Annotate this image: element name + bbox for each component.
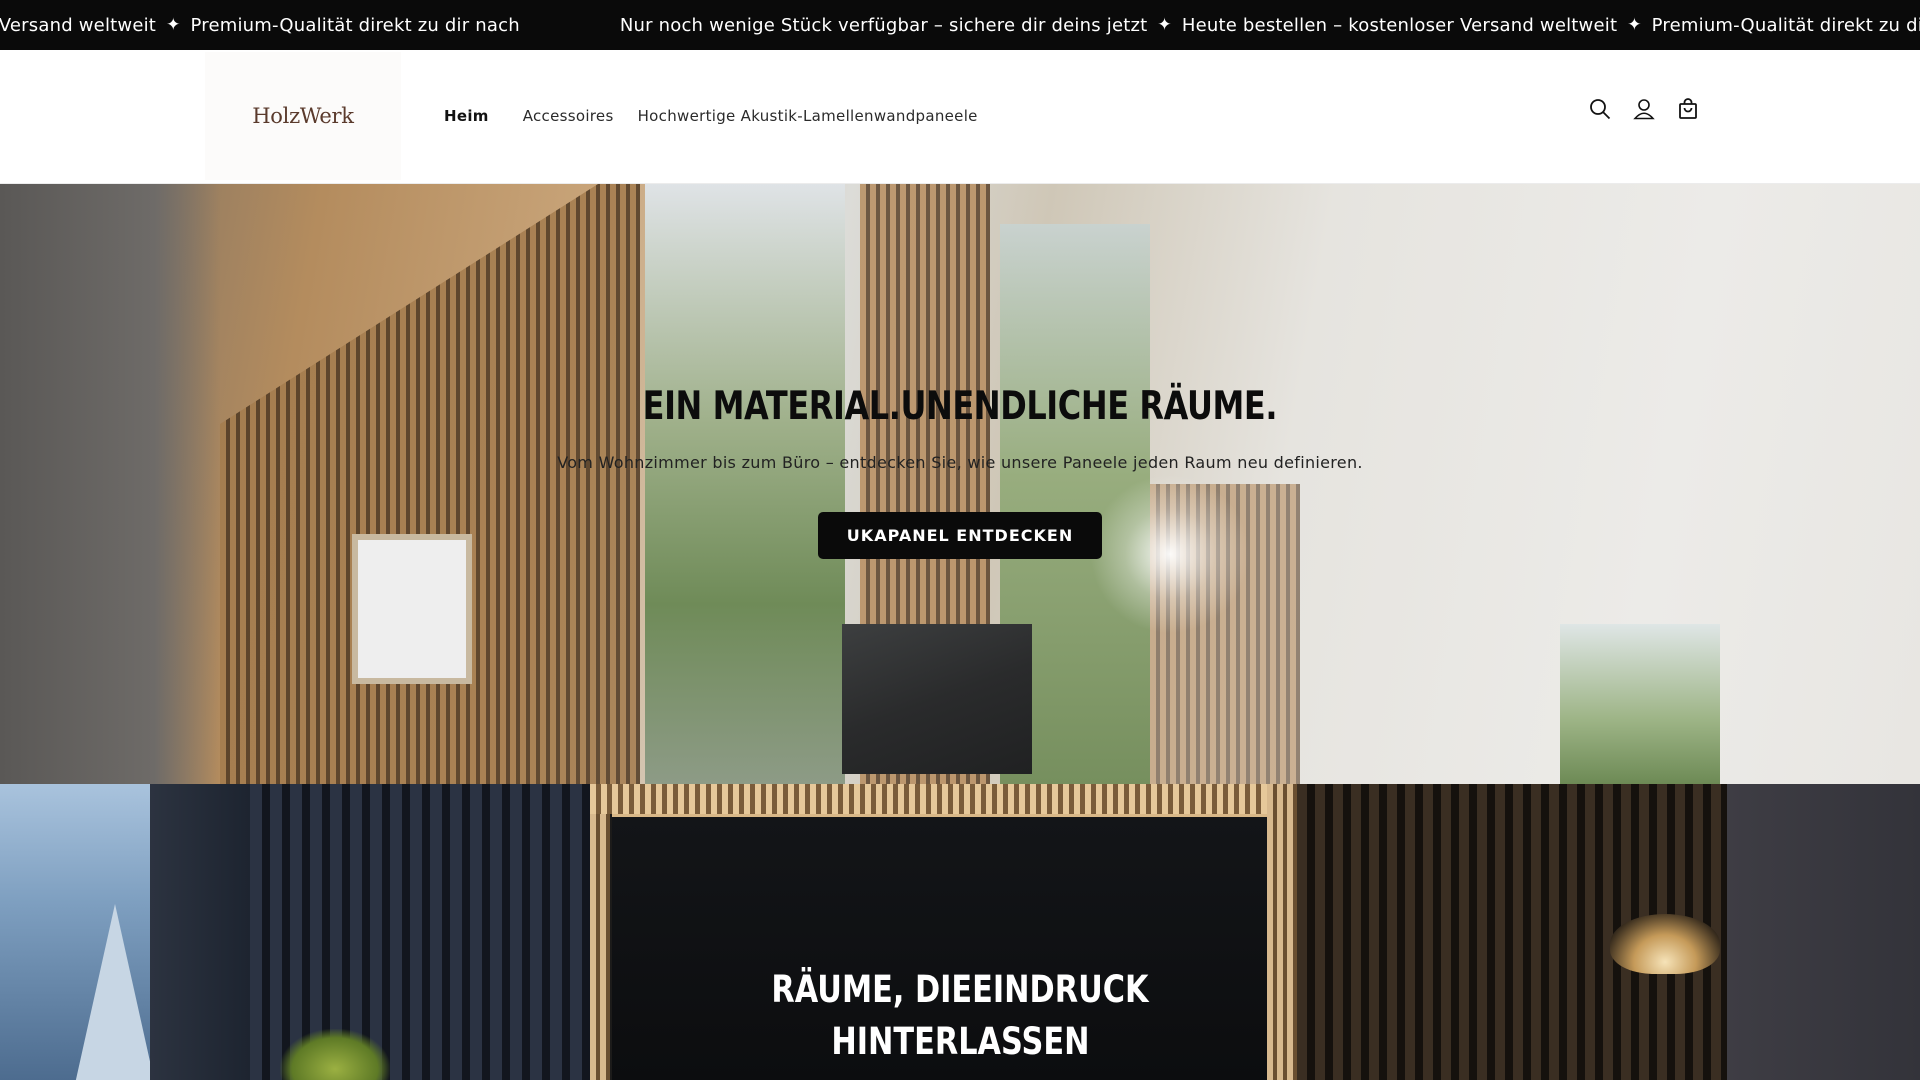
announcement-bar: er Versand weltweit ✦ Premium-Qualität d… [0, 0, 1920, 50]
announcement-text: Nur noch wenige Stück verfügbar – sicher… [619, 14, 1148, 36]
logo-text: HolzWerk [252, 104, 354, 128]
hero-image-tv [842, 624, 1032, 774]
site-header: HolzWerk Heim Accessoires Hochwertige Ak… [0, 50, 1920, 184]
announcement-fragment: er Versand weltweit [0, 14, 157, 36]
hero2-title-line: HINTERLASSEN [830, 1020, 1090, 1063]
hero-banner-2: RÄUME, DIEEINDRUCK HINTERLASSEN [0, 784, 1920, 1080]
cart-icon[interactable] [1676, 97, 1700, 121]
hero-title: EIN MATERIAL.UNENDLICHE RÄUME. [642, 384, 1278, 429]
nav-item-akustik-paneele[interactable]: Hochwertige Akustik-Lamellenwandpaneele [638, 107, 978, 125]
hero-banner: EIN MATERIAL.UNENDLICHE RÄUME. Vom Wohnz… [0, 184, 1920, 784]
announcement-text: Premium-Qualität direkt zu dir nach [1651, 14, 1920, 36]
announcement-marquee: er Versand weltweit ✦ Premium-Qualität d… [0, 0, 1920, 50]
account-icon[interactable] [1632, 97, 1656, 121]
logo[interactable]: HolzWerk [205, 52, 401, 180]
hero-image-window [1560, 624, 1720, 784]
announcement-text: Premium-Qualität direkt zu dir nach [190, 14, 520, 36]
nav-item-accessoires[interactable]: Accessoires [523, 107, 614, 125]
announcement-text: Heute bestellen – kostenloser Versand we… [1181, 14, 1618, 36]
sparkle-icon: ✦ [1157, 15, 1172, 35]
hero2-title-line: RÄUME, DIEEINDRUCK [771, 968, 1149, 1011]
search-icon[interactable] [1588, 97, 1612, 121]
hero-cta-button[interactable]: UKAPANEL ENTDECKEN [817, 512, 1103, 559]
hero-content: EIN MATERIAL.UNENDLICHE RÄUME. Vom Wohnz… [0, 384, 1920, 559]
main-nav: Heim Accessoires Hochwertige Akustik-Lam… [444, 50, 1002, 182]
hero2-title: RÄUME, DIEEINDRUCK HINTERLASSEN [0, 964, 1920, 1068]
hero2-image-lit-slats [590, 784, 1290, 814]
hero-subtitle: Vom Wohnzimmer bis zum Büro – entdecken … [557, 453, 1363, 472]
sparkle-icon: ✦ [166, 15, 181, 35]
sparkle-icon: ✦ [1627, 15, 1642, 35]
header-icons [1588, 97, 1700, 121]
nav-item-heim[interactable]: Heim [444, 107, 489, 125]
